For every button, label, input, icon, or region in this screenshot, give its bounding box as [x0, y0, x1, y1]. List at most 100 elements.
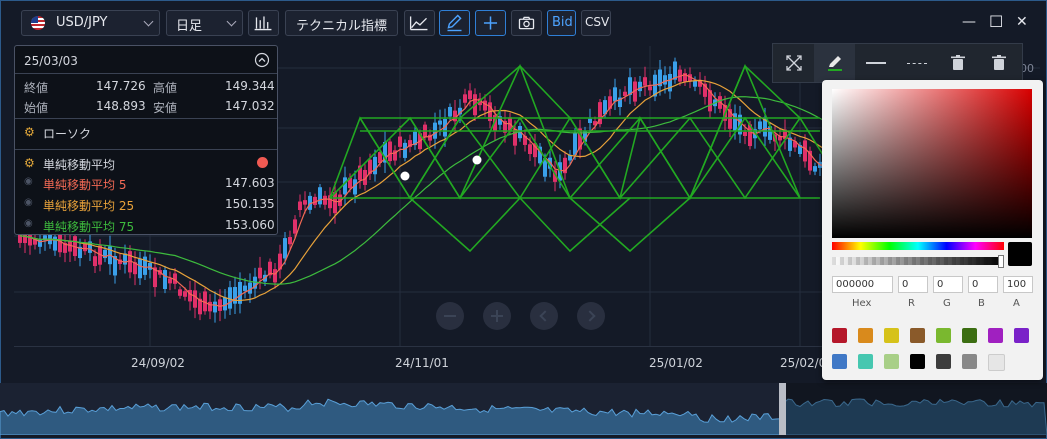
b-input[interactable]: 0 [968, 276, 998, 293]
alpha-slider[interactable] [832, 257, 1004, 265]
low-label: 安値 [153, 101, 178, 115]
candle [68, 241, 72, 252]
remove-indicator-icon[interactable] [257, 157, 268, 168]
candle [623, 91, 627, 96]
divider [15, 118, 277, 119]
eye-icon[interactable]: ◉ [24, 218, 33, 229]
r-label: R [908, 298, 915, 309]
color-swatch[interactable] [910, 354, 925, 369]
zoom-in-button[interactable] [483, 302, 511, 330]
candle [228, 287, 232, 309]
collapse-icon[interactable] [254, 52, 270, 68]
line-style-button[interactable] [896, 44, 937, 82]
settings-gear-icon[interactable]: ⚙ [24, 125, 35, 139]
pattern-line [409, 196, 631, 253]
delete-all-button[interactable] [978, 44, 1019, 82]
sma-group-label: 単純移動平均 [43, 158, 116, 172]
sma25-value: 150.135 [225, 197, 275, 211]
saturation-area[interactable] [832, 89, 1032, 238]
hex-input[interactable]: 000000 [832, 276, 893, 293]
fullscreen-button[interactable] [773, 44, 814, 82]
chevron-left-icon [539, 310, 551, 322]
chevron-right-icon [584, 310, 596, 322]
alpha-slider-handle[interactable] [998, 255, 1004, 268]
color-swatch[interactable] [962, 354, 977, 369]
eye-icon[interactable]: ◉ [24, 197, 33, 208]
line-width-button[interactable] [855, 44, 896, 82]
sma25-period: 25 [118, 199, 135, 213]
trash-icon [950, 55, 965, 70]
sma5-label: 単純移動平均 5 [43, 176, 126, 193]
candle [613, 87, 617, 102]
scroll-right-button[interactable] [577, 302, 605, 330]
candle [588, 118, 592, 123]
color-swatch[interactable] [884, 328, 899, 343]
open-value: 148.893 [96, 99, 146, 113]
zoom-out-button[interactable] [436, 302, 464, 330]
sma25-name: 単純移動平均 [43, 199, 116, 213]
technical-indicator-label: テクニカル指標 [296, 19, 388, 34]
color-swatch[interactable] [910, 328, 925, 343]
color-swatch[interactable] [988, 328, 1003, 343]
color-swatch[interactable] [988, 354, 1005, 371]
color-swatch[interactable] [832, 328, 847, 343]
color-swatch[interactable] [884, 354, 899, 369]
candle [53, 236, 57, 251]
camera-icon [518, 16, 535, 30]
settings-gear-icon[interactable]: ⚙ [24, 156, 35, 170]
r-input[interactable]: 0 [898, 276, 928, 293]
symbol-select[interactable]: USD/JPY [21, 10, 160, 36]
anchor-point[interactable] [400, 171, 410, 181]
eye-icon[interactable]: ◉ [24, 176, 33, 187]
navigator-handle[interactable] [779, 383, 786, 435]
color-button[interactable] [814, 44, 855, 82]
compare-chart-button[interactable] [404, 10, 435, 36]
bid-toggle[interactable]: Bid [547, 10, 576, 36]
candle [193, 290, 197, 308]
candle [438, 120, 442, 125]
high-value: 149.344 [225, 79, 275, 93]
navigator[interactable] [0, 383, 1047, 435]
color-swatch[interactable] [858, 328, 873, 343]
period-select[interactable]: 日足 [166, 10, 243, 36]
candle [258, 267, 262, 279]
candle [298, 201, 302, 211]
candle [648, 86, 652, 91]
candle [28, 234, 32, 246]
color-swatch[interactable] [1014, 328, 1029, 343]
sma25-label: 単純移動平均 25 [43, 197, 134, 214]
color-swatch[interactable] [936, 328, 951, 343]
hue-slider[interactable] [832, 242, 1004, 250]
candle [643, 77, 647, 86]
candle [323, 195, 327, 205]
candle [273, 269, 277, 283]
candle [343, 177, 347, 195]
anchor-point[interactable] [472, 155, 482, 165]
candle [373, 156, 377, 175]
g-input[interactable]: 0 [933, 276, 963, 293]
chart-type-button[interactable] [248, 10, 279, 36]
color-swatch[interactable] [936, 354, 951, 369]
navigator-area[interactable] [0, 383, 1047, 435]
color-swatch[interactable] [962, 328, 977, 343]
screenshot-button[interactable] [511, 10, 542, 36]
maximize-icon[interactable]: ☐ [989, 12, 1003, 31]
draw-tool-button[interactable] [439, 10, 470, 36]
sma75-label: 単純移動平均 75 [43, 218, 134, 235]
g-label: G [943, 298, 951, 309]
candle [573, 133, 577, 155]
crosshair-button[interactable] [475, 10, 506, 36]
ohlc-info-panel: 25/03/03 終値 147.726 高値 149.344 始値 148.89… [14, 45, 278, 235]
scroll-left-button[interactable] [530, 302, 558, 330]
color-swatch[interactable] [832, 354, 847, 369]
candle [758, 121, 762, 130]
line-chart-icon [409, 16, 428, 31]
color-swatch[interactable] [858, 354, 873, 369]
technical-indicator-button[interactable]: テクニカル指標 [285, 10, 398, 36]
close-icon[interactable]: ✕ [1016, 14, 1028, 30]
delete-button[interactable] [937, 44, 978, 82]
csv-button[interactable]: CSV [581, 10, 611, 36]
a-input[interactable]: 100 [1003, 276, 1033, 293]
high-label: 高値 [153, 81, 178, 95]
minimize-icon[interactable]: — [962, 14, 976, 30]
